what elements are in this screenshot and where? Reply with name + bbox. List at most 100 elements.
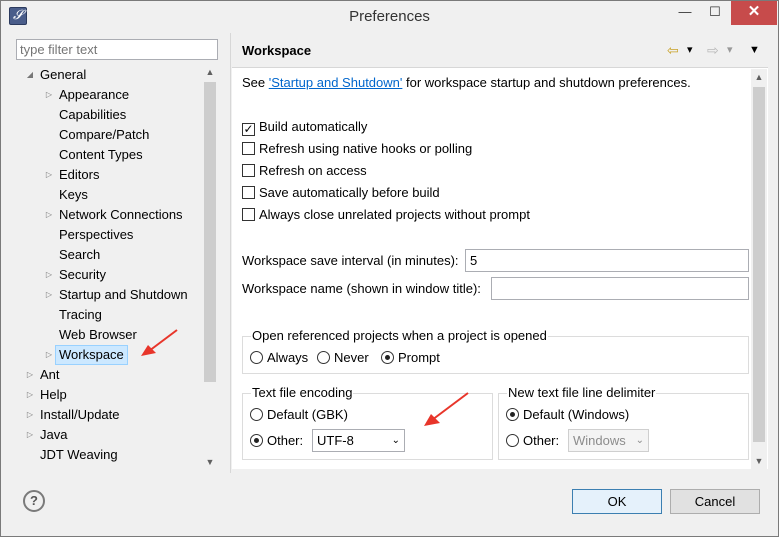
save-interval-input[interactable]: 5	[465, 249, 749, 272]
workspace-page: See 'Startup and Shutdown' for workspace…	[232, 68, 768, 469]
tree-item[interactable]: ▷ Security	[16, 265, 202, 285]
collapsed-twisty-icon[interactable]: ▷	[44, 85, 54, 105]
tree-item[interactable]: Search	[16, 245, 202, 265]
annotation-arrow-workspace	[141, 329, 178, 356]
scroll-up-icon[interactable]: ▲	[202, 64, 218, 80]
title-bar: 𝓢 Preferences — ☐ ✕	[1, 1, 778, 31]
checkbox-box[interactable]	[242, 186, 255, 199]
radio-circle[interactable]	[250, 408, 263, 421]
intro-text: See 'Startup and Shutdown' for workspace…	[242, 75, 691, 90]
radio-circle[interactable]	[250, 434, 263, 447]
radio-circle[interactable]	[381, 351, 394, 364]
tree-scrollbar[interactable]: ▲ ▼	[202, 64, 218, 470]
close-unrelated-projects-checkbox[interactable]: Always close unrelated projects without …	[242, 206, 530, 224]
radio-default-encoding[interactable]: Default (GBK)	[250, 406, 348, 424]
collapsed-twisty-icon[interactable]: ▷	[25, 425, 35, 445]
collapsed-twisty-icon[interactable]: ▷	[44, 205, 54, 225]
checkbox-box[interactable]: ✓	[242, 123, 255, 136]
close-button[interactable]: ✕	[731, 1, 777, 25]
tree-item-label: Workspace	[55, 345, 128, 365]
refresh-native-hooks-checkbox[interactable]: Refresh using native hooks or polling	[242, 140, 472, 158]
checkbox-box[interactable]	[242, 208, 255, 221]
radio-circle[interactable]	[506, 408, 519, 421]
tree-scroll-thumb[interactable]	[204, 82, 216, 382]
expanded-twisty-icon[interactable]: ◢	[25, 65, 35, 85]
delimiter-value: Windows	[573, 433, 626, 448]
tree-item[interactable]: ▷ Java	[16, 425, 202, 445]
tree-item[interactable]: Perspectives	[16, 225, 202, 245]
checkbox-label: Always close unrelated projects without …	[259, 207, 530, 222]
tree-item[interactable]: ▷ Startup and Shutdown	[16, 285, 202, 305]
chevron-down-icon: ⌄	[391, 435, 400, 446]
scroll-down-icon[interactable]: ▼	[751, 453, 767, 469]
radio-circle[interactable]	[250, 351, 263, 364]
tree-item-label: Tracing	[59, 307, 102, 322]
checkbox-box[interactable]	[242, 164, 255, 177]
collapsed-twisty-icon[interactable]: ▷	[25, 365, 35, 385]
collapsed-twisty-icon[interactable]: ▷	[44, 285, 54, 305]
radio-circle[interactable]	[506, 434, 519, 447]
collapsed-twisty-icon[interactable]: ▷	[44, 345, 54, 365]
radio-never[interactable]: Never	[317, 349, 369, 367]
ok-button[interactable]: OK	[572, 489, 662, 514]
page-scroll-thumb[interactable]	[753, 87, 765, 442]
intro-suffix: for workspace startup and shutdown prefe…	[402, 75, 691, 90]
view-menu-icon[interactable]: ▼	[749, 41, 760, 59]
radio-other-encoding[interactable]: Other:	[250, 432, 303, 450]
delimiter-select[interactable]: Windows ⌄	[568, 429, 649, 452]
tree-item[interactable]: Capabilities	[16, 105, 202, 125]
startup-shutdown-link[interactable]: 'Startup and Shutdown'	[269, 75, 403, 90]
back-arrow-icon[interactable]: ⇦	[667, 41, 679, 59]
page-scrollbar[interactable]: ▲ ▼	[751, 69, 767, 469]
tree-item[interactable]: JDT Weaving	[16, 445, 202, 465]
radio-circle[interactable]	[317, 351, 330, 364]
forward-arrow-icon[interactable]: ⇨	[707, 41, 719, 59]
radio-other-delimiter[interactable]: Other:	[506, 432, 559, 450]
build-automatically-checkbox[interactable]: ✓ Build automatically	[242, 118, 367, 136]
minimize-button[interactable]: —	[671, 1, 699, 25]
tree-item[interactable]: ▷ Network Connections	[16, 205, 202, 225]
pane-divider[interactable]	[230, 33, 231, 473]
line-delimiter-title: New text file line delimiter	[507, 385, 657, 400]
save-before-build-checkbox[interactable]: Save automatically before build	[242, 184, 440, 202]
tree-item[interactable]: M..Ec..	[16, 465, 202, 470]
collapsed-twisty-icon[interactable]: ▷	[25, 385, 35, 405]
scroll-down-icon[interactable]: ▼	[202, 454, 218, 470]
refresh-on-access-checkbox[interactable]: Refresh on access	[242, 162, 367, 180]
tree-item[interactable]: ▷ Ant	[16, 365, 202, 385]
radio-label: Default (Windows)	[523, 407, 630, 422]
filter-input[interactable]	[16, 39, 218, 60]
help-icon[interactable]: ?	[23, 490, 45, 512]
collapsed-twisty-icon[interactable]: ▷	[44, 165, 54, 185]
cancel-button[interactable]: Cancel	[670, 489, 760, 514]
scroll-up-icon[interactable]: ▲	[751, 69, 767, 85]
tree-item[interactable]: ▷ Help	[16, 385, 202, 405]
tree-item[interactable]: Compare/Patch	[16, 125, 202, 145]
encoding-select[interactable]: UTF-8 ⌄	[312, 429, 405, 452]
collapsed-twisty-icon[interactable]: ▷	[44, 265, 54, 285]
tree-item[interactable]: ▷ Install/Update	[16, 405, 202, 425]
radio-prompt[interactable]: Prompt	[381, 349, 440, 367]
tree-item[interactable]: Keys	[16, 185, 202, 205]
radio-always[interactable]: Always	[250, 349, 308, 367]
tree-item[interactable]: ▷ Appearance	[16, 85, 202, 105]
collapsed-twisty-icon[interactable]: ▷	[25, 405, 35, 425]
tree-item-label: M..Ec..	[40, 465, 80, 470]
tree-item-label: JDT Weaving	[40, 447, 118, 462]
tree-item[interactable]: ◢ General	[16, 65, 202, 85]
tree-item-label: Startup and Shutdown	[59, 287, 188, 302]
workspace-name-label: Workspace name (shown in window title):	[242, 281, 481, 296]
checkbox-box[interactable]	[242, 142, 255, 155]
tree-item[interactable]: ▷ Editors	[16, 165, 202, 185]
tree-item[interactable]: Tracing	[16, 305, 202, 325]
tree-item-label: Content Types	[59, 147, 143, 162]
workspace-name-input[interactable]	[491, 277, 749, 300]
checkbox-label: Refresh on access	[259, 163, 367, 178]
back-dropdown-icon[interactable]: ▾	[687, 41, 693, 59]
tree-item-label: Perspectives	[59, 227, 134, 242]
maximize-button[interactable]: ☐	[701, 1, 729, 25]
tree-item[interactable]: Content Types	[16, 145, 202, 165]
radio-default-delimiter[interactable]: Default (Windows)	[506, 406, 629, 424]
tree-item-label: Install/Update	[40, 407, 120, 422]
forward-dropdown-icon[interactable]: ▾	[727, 41, 733, 59]
